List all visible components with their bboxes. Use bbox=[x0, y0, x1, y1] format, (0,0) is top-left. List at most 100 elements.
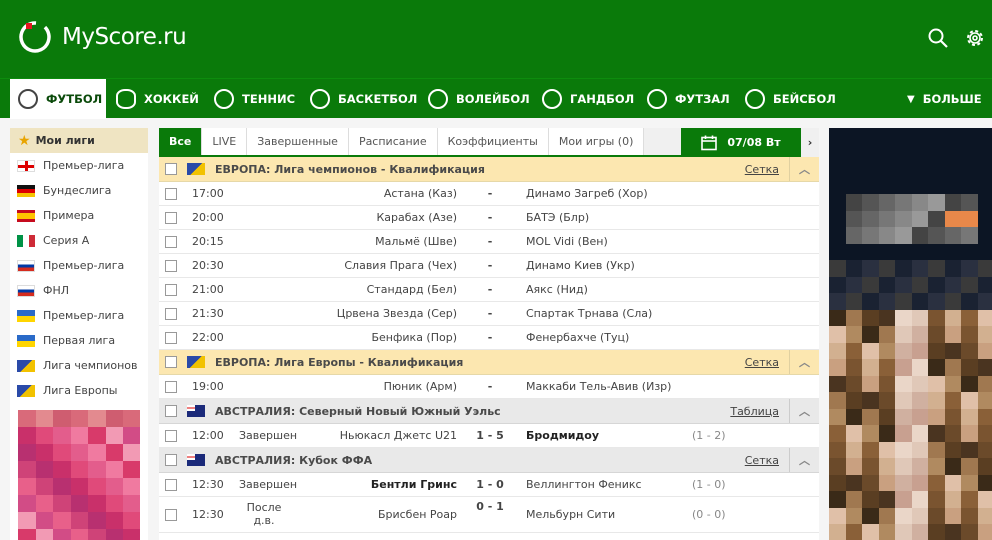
match-row[interactable]: 20:30 Славия Прага (Чех) - Динамо Киев (Укр… bbox=[159, 254, 819, 278]
ad-pixel bbox=[845, 342, 862, 359]
sport-tab-futsal[interactable]: ФУТЗАЛ bbox=[647, 79, 730, 119]
away-team: MOL Vidi (Вен) bbox=[526, 235, 608, 248]
sport-tab-more[interactable]: ▼ БОЛЬШЕ bbox=[907, 79, 982, 119]
match-row[interactable]: 20:15 Мальмё (Шве) - MOL Vidi (Вен) bbox=[159, 230, 819, 254]
sport-tab-football[interactable]: ФУТБОЛ bbox=[10, 79, 106, 119]
europe-flag-icon bbox=[17, 384, 35, 397]
match-row[interactable]: 12:00 Завершен Ньюкасл Джетс U21 1 - 5 Бродм… bbox=[159, 424, 819, 448]
match-checkbox[interactable] bbox=[165, 283, 177, 296]
sidebar-league-item[interactable]: Серия А bbox=[10, 228, 148, 253]
group-checkbox[interactable] bbox=[165, 163, 177, 175]
ad-pixel bbox=[911, 524, 928, 540]
date-picker[interactable]: 07/08 Вт bbox=[681, 128, 801, 157]
tab-live[interactable]: LIVE bbox=[202, 128, 248, 155]
bracket-link[interactable]: Сетка bbox=[745, 163, 779, 176]
sidebar-league-item[interactable]: Первая лига bbox=[10, 328, 148, 353]
next-day-button[interactable]: › bbox=[801, 128, 819, 157]
match-checkbox[interactable] bbox=[165, 429, 177, 442]
match-row[interactable]: 17:00 Астана (Каз) - Динамо Загреб (Хор) bbox=[159, 182, 819, 206]
match-row[interactable]: 20:00 Карабах (Азе) - БАТЭ (Блр) bbox=[159, 206, 819, 230]
home-team: Карабах (Азе) bbox=[376, 211, 457, 224]
group-checkbox[interactable] bbox=[165, 356, 177, 368]
match-row[interactable]: 12:30 После д.в. Брисбен Роар 0 - 1 Мельбурн… bbox=[159, 497, 819, 533]
match-checkbox[interactable] bbox=[165, 380, 177, 393]
match-row[interactable]: 12:30 Завершен Бентли Гринс 1 - 0 Веллингтон… bbox=[159, 473, 819, 497]
sidebar-league-item[interactable]: ФНЛ bbox=[10, 278, 148, 303]
ad-pixel bbox=[895, 293, 912, 310]
sport-tab-baseball[interactable]: БЕЙСБОЛ bbox=[745, 79, 836, 119]
match-checkbox[interactable] bbox=[165, 478, 177, 491]
collapse-icon[interactable]: ︿ bbox=[789, 399, 819, 423]
league-group-header[interactable]: ЕВРОПА: Лига Европы - Квалификация Сетка… bbox=[159, 350, 819, 375]
search-icon[interactable] bbox=[927, 27, 949, 49]
ad-pixel bbox=[845, 441, 862, 458]
match-row[interactable]: 21:00 Стандард (Бел) - Аякс (Нид) bbox=[159, 278, 819, 302]
collapse-icon[interactable]: ︿ bbox=[789, 350, 819, 374]
match-checkbox[interactable] bbox=[165, 331, 177, 344]
tab-all[interactable]: Все bbox=[159, 128, 203, 155]
ad-pixel bbox=[961, 260, 978, 277]
sidebar-league-item[interactable]: Премьер-лига bbox=[10, 253, 148, 278]
my-leagues-header[interactable]: ★ Мои лиги bbox=[10, 128, 148, 153]
ad-pixel bbox=[53, 529, 71, 540]
collapse-icon[interactable]: ︿ bbox=[789, 157, 819, 181]
match-time: 20:00 bbox=[192, 211, 224, 224]
sport-tab-hockey[interactable]: ХОККЕЙ bbox=[116, 79, 199, 119]
match-row[interactable]: 21:30 Црвена Звезда (Сер) - Спартак Трнава … bbox=[159, 302, 819, 326]
ad-pixel bbox=[911, 276, 928, 293]
match-checkbox[interactable] bbox=[165, 235, 177, 248]
site-logo[interactable]: MyScore.ru bbox=[18, 20, 187, 54]
sidebar-league-item[interactable]: Примера bbox=[10, 203, 148, 228]
tab-schedule[interactable]: Расписание bbox=[348, 128, 438, 155]
match-row[interactable]: 19:00 Пюник (Арм) - Маккаби Тель-Авив (Изр) bbox=[159, 375, 819, 399]
sidebar-league-item[interactable]: Премьер-лига bbox=[10, 153, 148, 178]
match-checkbox[interactable] bbox=[165, 211, 177, 224]
group-checkbox[interactable] bbox=[165, 454, 177, 466]
gear-icon[interactable] bbox=[964, 27, 986, 49]
league-label: Премьер-лига bbox=[43, 259, 125, 272]
ad-pixel bbox=[845, 177, 862, 194]
sport-tab-basketball[interactable]: БАСКЕТБОЛ bbox=[310, 79, 417, 119]
ad-pixel bbox=[895, 524, 912, 540]
ad-pixel bbox=[928, 441, 945, 458]
sport-tab-volleyball[interactable]: ВОЛЕЙБОЛ bbox=[428, 79, 530, 119]
collapse-icon[interactable]: ︿ bbox=[789, 448, 819, 472]
league-group-header[interactable]: ЕВРОПА: Лига чемпионов - Квалификация Се… bbox=[159, 157, 819, 182]
sidebar-league-item[interactable]: Лига Европы bbox=[10, 378, 148, 403]
bracket-link[interactable]: Сетка bbox=[745, 356, 779, 369]
ad-pixel bbox=[895, 309, 912, 326]
league-group-header[interactable]: АВСТРАЛИЯ: Кубок ФФА Сетка ︿ bbox=[159, 448, 819, 473]
ad-pixel bbox=[911, 293, 928, 310]
ad-pixel bbox=[928, 408, 945, 425]
ad-pixel bbox=[928, 128, 945, 145]
advertisement-banner-right[interactable] bbox=[829, 128, 992, 540]
sidebar-league-item[interactable]: Бундеслига bbox=[10, 178, 148, 203]
ad-pixel bbox=[878, 210, 895, 227]
match-checkbox[interactable] bbox=[165, 307, 177, 320]
advertisement-banner[interactable] bbox=[18, 410, 140, 540]
match-score: - bbox=[487, 235, 493, 248]
match-checkbox[interactable] bbox=[165, 259, 177, 272]
ad-pixel bbox=[829, 243, 846, 260]
match-score: - bbox=[487, 283, 493, 296]
sport-tab-tennis[interactable]: ТЕННИС bbox=[214, 79, 295, 119]
sidebar-league-item[interactable]: Лига чемпионов bbox=[10, 353, 148, 378]
sport-tab-handball[interactable]: ГАНДБОЛ bbox=[542, 79, 634, 119]
tab-finished[interactable]: Завершенные bbox=[247, 128, 349, 155]
league-group-header[interactable]: АВСТРАЛИЯ: Северный Новый Южный Уэльс Та… bbox=[159, 399, 819, 424]
league-label: ФНЛ bbox=[43, 284, 70, 297]
ad-pixel bbox=[18, 427, 36, 444]
bracket-link[interactable]: Сетка bbox=[745, 454, 779, 467]
away-team: Маккаби Тель-Авив (Изр) bbox=[526, 380, 672, 393]
standings-link[interactable]: Таблица bbox=[730, 405, 779, 418]
tab-my-games[interactable]: Мои игры (0) bbox=[548, 128, 645, 155]
match-checkbox[interactable] bbox=[165, 508, 177, 521]
group-checkbox[interactable] bbox=[165, 405, 177, 417]
ad-pixel bbox=[895, 276, 912, 293]
league-title: ЕВРОПА: Лига чемпионов - Квалификация bbox=[215, 162, 485, 176]
sport-tab-label: ГАНДБОЛ bbox=[570, 92, 635, 106]
sidebar-league-item[interactable]: Премьер-лига bbox=[10, 303, 148, 328]
tab-odds[interactable]: Коэффициенты bbox=[437, 128, 549, 155]
match-row[interactable]: 22:00 Бенфика (Пор) - Фенербахче (Туц) bbox=[159, 326, 819, 350]
match-checkbox[interactable] bbox=[165, 187, 177, 200]
